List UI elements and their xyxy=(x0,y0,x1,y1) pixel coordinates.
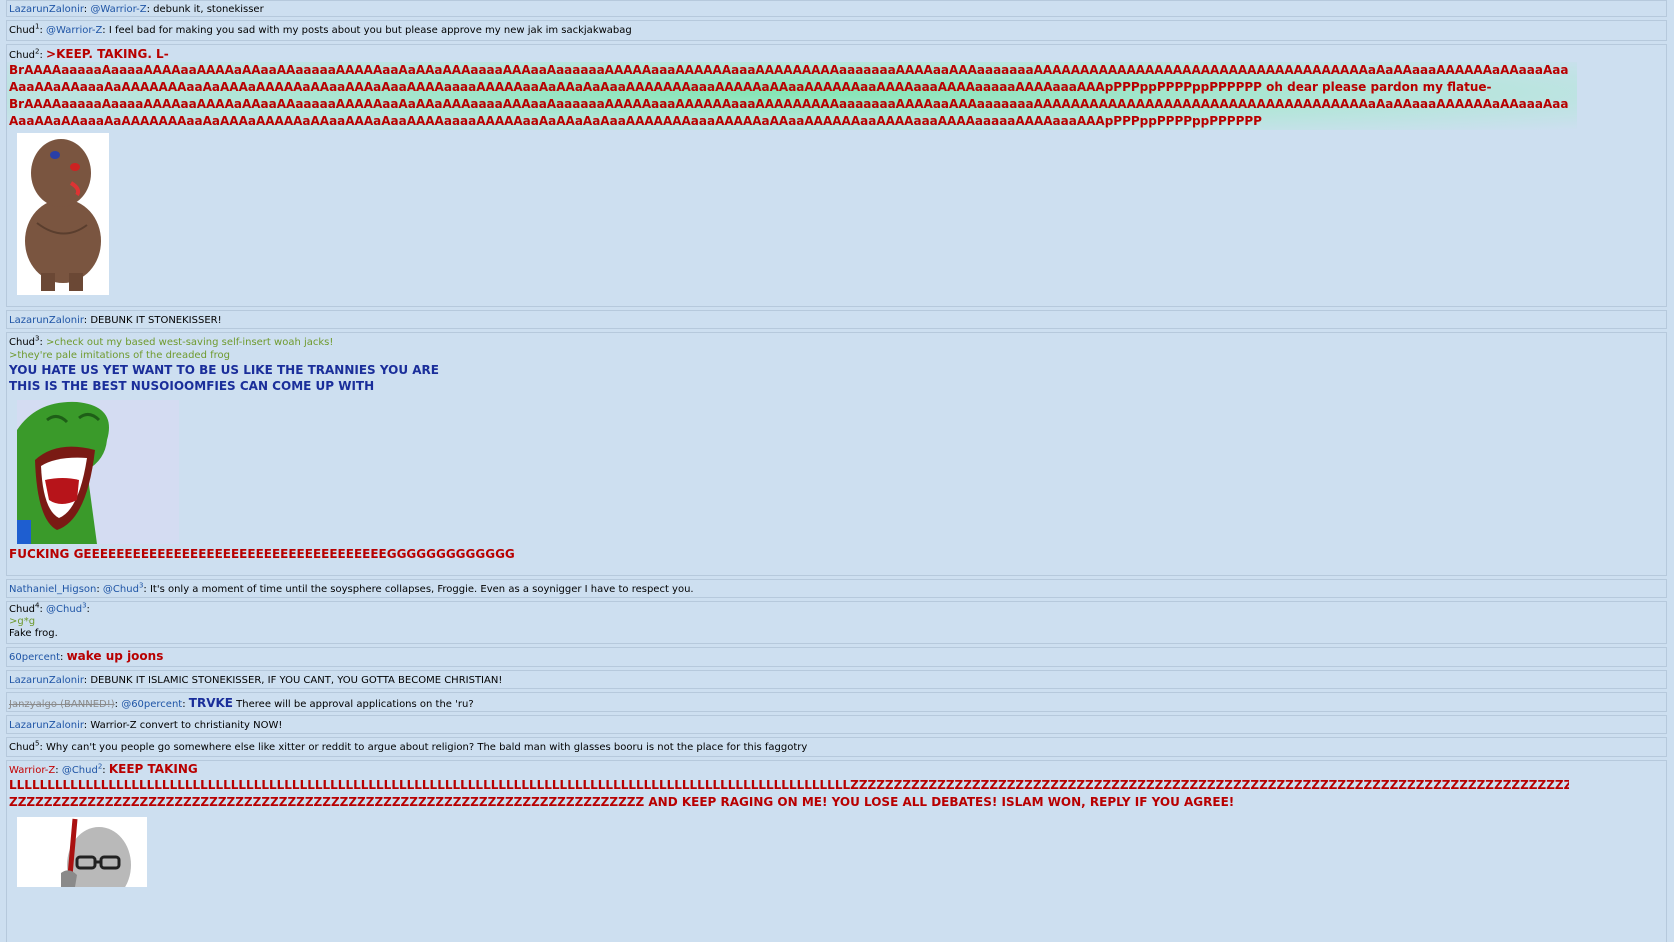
wojak-brown-figure-image xyxy=(25,139,101,291)
message-big-text: AaaAAaAAaaaAaAAAAAAAaaAaAAAaAAAAAaAAaaAA… xyxy=(9,114,1262,128)
username[interactable]: Chud xyxy=(9,50,35,61)
chat-message: LazarunZalonir: Warrior-Z convert to chr… xyxy=(6,715,1667,734)
message-text: : xyxy=(86,604,90,615)
message-text: : Warrior-Z convert to christianity NOW! xyxy=(83,720,283,731)
attached-image[interactable] xyxy=(17,133,109,295)
chat-message: Chud2: >KEEP. TAKING. L- BrAAAAaaaaaAaaa… xyxy=(6,44,1667,307)
mention[interactable]: @Chud xyxy=(62,765,98,776)
chat-message: Chud5: Why can't you people go somewhere… xyxy=(6,737,1667,757)
mention[interactable]: @Chud xyxy=(46,604,82,615)
message-text: : I feel bad for making you sad with my … xyxy=(102,25,632,36)
message-big-text: wake up joons xyxy=(66,649,164,663)
chat-message: Nathaniel_Higson: @Chud3: It's only a mo… xyxy=(6,579,1667,598)
mention[interactable]: @Warrior-Z xyxy=(46,25,102,36)
chat-feed: LazarunZalonir: @Warrior-Z: debunk it, s… xyxy=(0,0,1674,942)
message-big-text: BrAAAAaaaaaAaaaaAAAAaaAAAAaAAaaAAaaaaaAA… xyxy=(9,97,1569,111)
username[interactable]: LazarunZalonir xyxy=(9,4,84,15)
man-with-glasses-image xyxy=(61,818,131,903)
chat-message: 60percent: wake up joons xyxy=(6,647,1667,667)
message-text: : DEBUNK IT STONEKISSER! xyxy=(83,315,222,326)
username[interactable]: LazarunZalonir xyxy=(9,675,84,686)
message-text: : DEBUNK IT ISLAMIC STONEKISSER, IF YOU … xyxy=(83,675,503,686)
chat-message: Janzyalgo (BANNED!): @60percent: TRVKE T… xyxy=(6,692,1667,712)
chat-message: Chud4: @Chud3: >g*g Fake frog. xyxy=(6,601,1667,644)
username[interactable]: Chud xyxy=(9,604,35,615)
message-big-text: >KEEP. TAKING. L- xyxy=(46,47,169,61)
mention[interactable]: @60percent xyxy=(121,699,182,710)
chat-message: LazarunZalonir: @Warrior-Z: debunk it, s… xyxy=(6,0,1667,17)
username[interactable]: Chud xyxy=(9,337,35,348)
glow-text-block: BrAAAAaaaaaAaaaaAAAAaaAAAAaAAaaAAaaaaaAA… xyxy=(7,62,1577,130)
message-big-text: AaaAAaAAaaaAaAAAAAAAaaAaAAAaAAAAAaAAaaAA… xyxy=(9,80,1262,94)
greentext-line: >they're pale imitations of the dreaded … xyxy=(9,350,230,361)
message-big-text: BrAAAAaaaaaAaaaaAAAAaaAAAAaAAaaAAaaaaaAA… xyxy=(9,63,1569,77)
message-text: : It's only a moment of time until the s… xyxy=(143,584,694,595)
pepe-laughing-image xyxy=(17,401,109,544)
chat-message: Chud1: @Warrior-Z: I feel bad for making… xyxy=(6,20,1667,41)
mention[interactable]: @Warrior-Z xyxy=(90,4,146,15)
username[interactable]: Chud xyxy=(9,742,35,753)
attached-image[interactable] xyxy=(17,817,147,903)
username[interactable]: LazarunZalonir xyxy=(9,315,84,326)
message-text: Fake frog. xyxy=(9,628,58,639)
greentext-line: >check out my based west-saving self-ins… xyxy=(46,337,334,348)
message-big-text: KEEP TAKING xyxy=(108,762,198,776)
message-text: Theree will be approval applications on … xyxy=(233,699,474,710)
username[interactable]: Chud xyxy=(9,25,35,36)
mention[interactable]: @Chud xyxy=(103,584,139,595)
message-big-text: FUCKING GEEEEEEEEEEEEEEEEEEEEEEEEEEEEEEE… xyxy=(9,547,515,561)
chat-message: LazarunZalonir: DEBUNK IT ISLAMIC STONEK… xyxy=(6,670,1667,689)
username-banned[interactable]: Janzyalgo (BANNED!) xyxy=(9,699,115,710)
username[interactable]: 60percent xyxy=(9,652,60,663)
greentext-line: >g*g xyxy=(9,616,36,627)
attached-image[interactable] xyxy=(17,400,179,544)
message-text: : Why can't you people go somewhere else… xyxy=(39,742,808,753)
chat-message: Chud3: >check out my based west-saving s… xyxy=(6,332,1667,576)
message-big-text: TRVKE xyxy=(188,696,233,710)
chat-message: Warrior-Z: @Chud2: KEEP TAKING LLLLLLLLL… xyxy=(6,760,1667,942)
message-big-text: LLLLLLLLLLLLLLLLLLLLLLLLLLLLLLLLLLLLLLLL… xyxy=(9,778,1569,792)
chat-message: LazarunZalonir: DEBUNK IT STONEKISSER! xyxy=(6,310,1667,329)
username[interactable]: Nathaniel_Higson xyxy=(9,584,96,595)
message-big-text: oh dear please pardon my flatue- xyxy=(1261,80,1492,94)
message-big-text: YOU HATE US YET WANT TO BE US LIKE THE T… xyxy=(9,363,439,377)
message-big-text: ZZZZZZZZZZZZZZZZZZZZZZZZZZZZZZZZZZZZZZZZ… xyxy=(9,795,1235,809)
username[interactable]: Warrior-Z xyxy=(9,765,55,776)
message-big-text: THIS IS THE BEST NUSOIOOMFIES CAN COME U… xyxy=(9,379,375,393)
message-text: : debunk it, stonekisser xyxy=(146,4,264,15)
username[interactable]: LazarunZalonir xyxy=(9,720,84,731)
